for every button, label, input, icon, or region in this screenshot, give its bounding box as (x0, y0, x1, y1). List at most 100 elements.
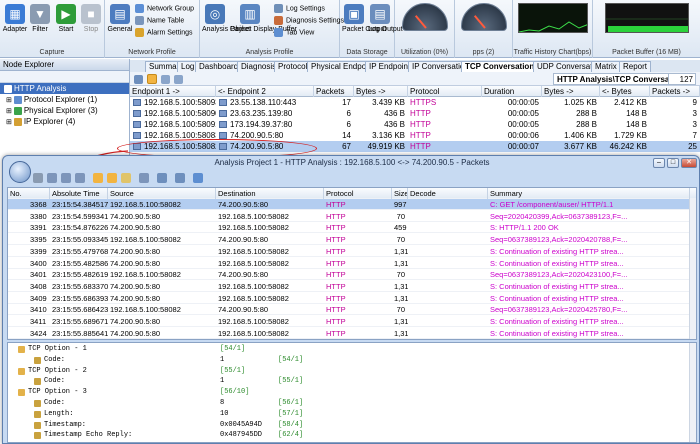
first-icon[interactable] (61, 173, 71, 183)
network-group-button[interactable]: Network Group (135, 4, 194, 14)
table-cell: 436 B (384, 120, 405, 129)
packet-display-buffer-button[interactable]: ▥ Packet Display Buffer (230, 4, 297, 34)
packet-cell: HTTP (326, 211, 346, 221)
analysis-object-button[interactable]: ◎ Analysis Object (202, 4, 250, 34)
table-cell: 17 (342, 98, 351, 107)
col-bytes-out[interactable]: Bytes -> (542, 86, 600, 97)
general-button[interactable]: ▤ General (107, 4, 133, 34)
stop-button[interactable]: ■ Stop (79, 4, 103, 34)
detail-row[interactable]: Timestamp Echo Reply: 0x487945DD [62/4] (8, 431, 688, 440)
detail-row[interactable]: Code: 8 [56/1] (8, 399, 688, 408)
physical-icon (13, 106, 22, 115)
col-protocol[interactable]: Protocol (408, 86, 482, 97)
packet-cell: 192.168.5.100:58082 (218, 223, 289, 233)
packet-buffer-graph (606, 18, 688, 32)
back-icon[interactable] (33, 173, 43, 183)
forward-icon[interactable] (47, 173, 57, 183)
table-cell: 173.194.39.37:80 (230, 120, 293, 129)
highlight-icon[interactable] (147, 74, 157, 84)
detail-row[interactable]: TCP Option - 2 [55/1] (8, 367, 688, 376)
col-protocol[interactable]: Protocol (324, 188, 392, 199)
col-duration[interactable]: Duration (482, 86, 542, 97)
refresh-icon[interactable] (193, 173, 203, 183)
view-icon[interactable] (134, 75, 143, 84)
col-endpoint1[interactable]: Endpoint 1 -> (130, 86, 216, 97)
col-summary[interactable]: Summary (488, 188, 690, 199)
packet-row[interactable]: 3380 23:15:54.599341 74.200.90.5:80 192.168… (8, 211, 696, 222)
col-packets-out[interactable]: Packets -> (650, 86, 700, 97)
adapter-button[interactable]: ▦ Adapter (2, 4, 28, 34)
expand-icon[interactable]: ⊞ (6, 108, 14, 115)
tree-item-http-analysis[interactable]: HTTP Analysis (0, 83, 129, 94)
col-no[interactable]: No. (8, 188, 50, 199)
packet-cell: 1,318 (394, 246, 408, 256)
packet-row[interactable]: 3424 23:15:55.885641 74.200.90.5:80 192.168… (8, 328, 696, 339)
save-icon[interactable] (175, 173, 185, 183)
col-decode[interactable]: Decode (408, 188, 488, 199)
tab-matrix[interactable]: Matrix (591, 61, 621, 72)
tree-item-ip-explorer[interactable]: ⊞ IP Explorer (4) (0, 116, 129, 127)
table-row[interactable]: 192.168.5.100:58090 23.63.235.139:80 6 436 … (130, 108, 700, 119)
packet-row[interactable]: 3399 23:15:55.479768 74.200.90.5:80 192.168… (8, 246, 696, 257)
diagnosis-settings-button[interactable]: Diagnosis Settings (274, 16, 344, 26)
app-orb-icon[interactable] (9, 161, 31, 183)
detail-row[interactable]: TCP Option - 3 [56/10] (8, 388, 688, 397)
detail-row[interactable]: Code: 1 [54/1] (8, 356, 688, 365)
packet-row[interactable]: 3395 23:15:55.093345 192.168.5.100:58082 74… (8, 234, 696, 246)
packet-row[interactable]: 3410 23:15:55.686423 192.168.5.100:58082 74… (8, 304, 696, 316)
detail-row[interactable]: Code: 1 [55/1] (8, 377, 688, 386)
close-button[interactable]: ✕ (681, 158, 697, 168)
computer-icon (219, 110, 227, 117)
minimize-button[interactable]: – (653, 158, 665, 168)
expand-icon[interactable]: ⊞ (6, 97, 14, 104)
packet-row[interactable]: 3401 23:15:55.482619 192.168.5.100:58082 74… (8, 269, 696, 281)
filter-button[interactable]: ▼ Filter (28, 4, 52, 34)
col-endpoint2[interactable]: <- Endpoint 2 (216, 86, 314, 97)
tab-dashboard[interactable]: Dashboard (195, 61, 243, 72)
packets-scrollbar[interactable] (689, 199, 696, 339)
table-row[interactable]: 192.168.5.100:58093 23.55.138.110:443 17 3.… (130, 97, 700, 108)
packet-row[interactable]: 3409 23:15:55.686393 74.200.90.5:80 192.168… (8, 293, 696, 304)
col-packets[interactable]: Packets (314, 86, 354, 97)
col-size[interactable]: Size (392, 188, 408, 199)
log-output-button[interactable]: ▤ Log Output (368, 4, 403, 34)
tree-item-protocol-explorer[interactable]: ⊞ Protocol Explorer (1) (0, 94, 129, 105)
tab-report[interactable]: Report (619, 61, 652, 72)
detail-row[interactable]: Length: 10 [57/1] (8, 410, 688, 419)
settings-icon[interactable] (139, 173, 149, 183)
tab-tcp-conversation[interactable]: TCP Conversation (461, 61, 539, 72)
start-button[interactable]: ▶ Start (54, 4, 78, 34)
packet-row[interactable]: 3400 23:15:55.482586 74.200.90.5:80 192.168… (8, 258, 696, 269)
tree-item-physical-explorer[interactable]: ⊞ Physical Explorer (3) (0, 105, 129, 116)
tab-view-button[interactable]: Tab View (274, 28, 314, 38)
packet-cell: 23:15:55.686393 (52, 293, 108, 303)
col-bytes[interactable]: Bytes -> (354, 86, 408, 97)
name-table-button[interactable]: Name Table (135, 16, 184, 26)
packet-output-button[interactable]: ▣ Packet Output (342, 4, 386, 34)
hex-icon[interactable] (121, 173, 131, 183)
refresh-icon[interactable] (174, 75, 183, 84)
packet-row[interactable]: 3368 23:15:54.384517 192.168.5.100:58082 74… (8, 199, 696, 210)
maximize-button[interactable]: □ (667, 158, 679, 168)
detail-row[interactable]: TCP Option - 1 [54/1] (8, 345, 688, 354)
packet-row[interactable]: 3391 23:15:54.876226 74.200.90.5:80 192.168… (8, 222, 696, 234)
table-row[interactable]: 192.168.5.100:58091 173.194.39.37:80 6 436 … (130, 119, 700, 130)
col-absolute-time[interactable]: Absolute Time (50, 188, 108, 199)
col-bytes-in[interactable]: <- Bytes (600, 86, 650, 97)
log-settings-button[interactable]: Log Settings (274, 4, 325, 14)
detail-row[interactable]: Timestamp: 0x0045A94D [58/4] (8, 421, 688, 430)
detail-scrollbar[interactable] (689, 343, 696, 442)
packet-row[interactable]: 3408 23:15:55.683370 74.200.90.5:80 192.168… (8, 281, 696, 292)
tab-protocol[interactable]: Protocol (274, 61, 312, 72)
col-destination[interactable]: Destination (216, 188, 324, 199)
col-source[interactable]: Source (108, 188, 216, 199)
highlight-icon[interactable] (93, 173, 103, 183)
tab-ip-endpoint[interactable]: IP Endpoint (365, 61, 415, 72)
decode-icon[interactable] (107, 173, 117, 183)
expand-icon[interactable]: ⊞ (6, 119, 14, 126)
filter-icon[interactable] (157, 173, 167, 183)
packet-row[interactable]: 3411 23:15:55.689671 74.200.90.5:80 192.168… (8, 316, 696, 327)
last-icon[interactable] (75, 173, 85, 183)
export-icon[interactable] (161, 75, 170, 84)
alarm-settings-button[interactable]: Alarm Settings (135, 28, 193, 38)
